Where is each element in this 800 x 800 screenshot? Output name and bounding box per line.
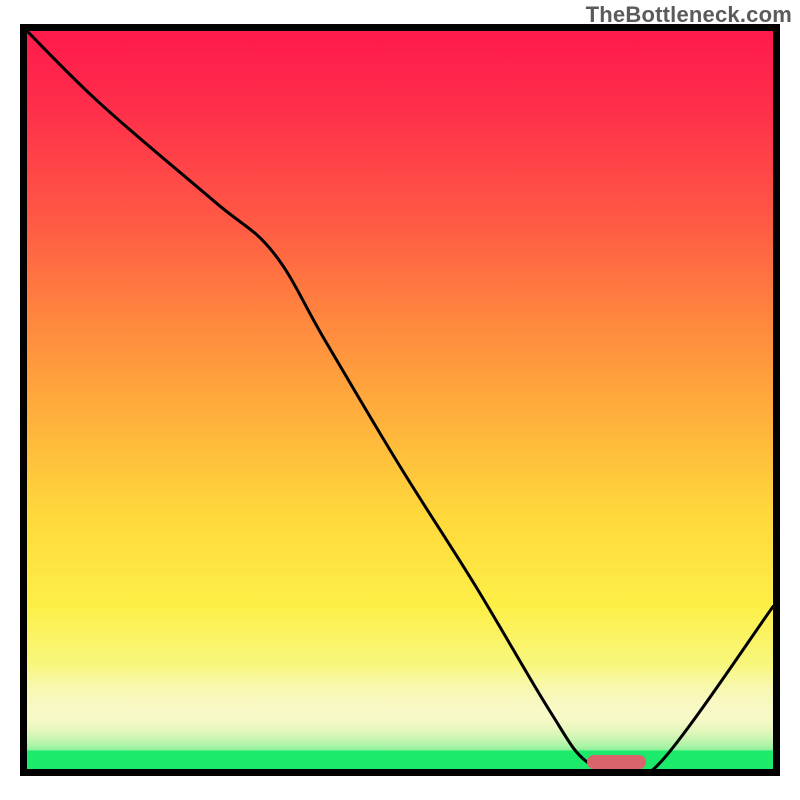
plot-border [20, 24, 780, 776]
watermark-text: TheBottleneck.com [586, 2, 792, 28]
bottleneck-curve [27, 31, 773, 769]
chart-frame: TheBottleneck.com [0, 0, 800, 800]
plot-area [27, 31, 773, 769]
optimal-marker [587, 755, 647, 769]
